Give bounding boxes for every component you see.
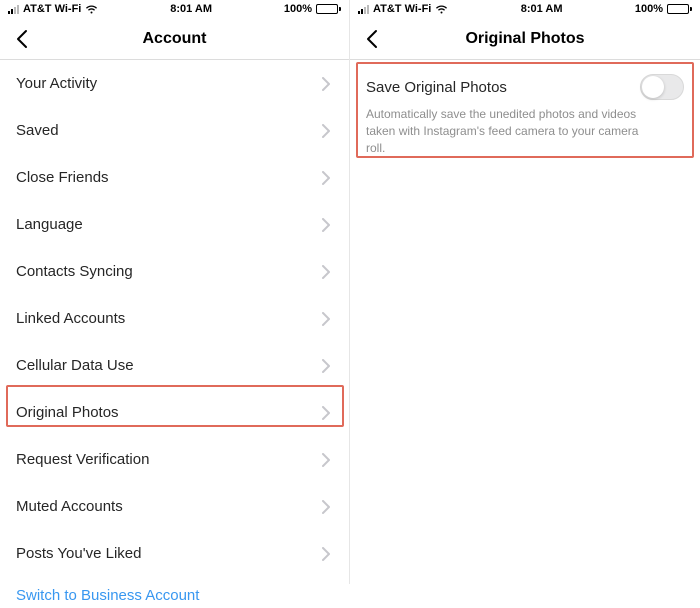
cellular-signal-icon — [8, 5, 19, 14]
chevron-right-icon — [319, 124, 333, 138]
battery-percent: 100% — [635, 3, 663, 15]
chevron-right-icon — [319, 171, 333, 185]
row-posts-youve-liked[interactable]: Posts You've Liked — [0, 530, 349, 577]
status-bar: AT&T Wi-Fi 8:01 AM 100% — [0, 0, 349, 18]
row-label: Language — [16, 216, 83, 233]
wifi-icon — [435, 5, 448, 14]
page-title: Account — [10, 30, 339, 48]
row-contacts-syncing[interactable]: Contacts Syncing — [0, 248, 349, 295]
cellular-signal-icon — [358, 5, 369, 14]
row-saved[interactable]: Saved — [0, 107, 349, 154]
row-close-friends[interactable]: Close Friends — [0, 154, 349, 201]
status-right: 100% — [284, 3, 341, 15]
wifi-icon — [85, 5, 98, 14]
status-left: AT&T Wi-Fi — [8, 3, 98, 15]
row-label: Close Friends — [16, 169, 109, 186]
carrier-label: AT&T Wi-Fi — [373, 3, 431, 15]
chevron-right-icon — [319, 500, 333, 514]
chevron-right-icon — [319, 453, 333, 467]
battery-icon — [316, 4, 341, 14]
battery-icon — [667, 4, 692, 14]
row-request-verification[interactable]: Request Verification — [0, 436, 349, 483]
row-label: Request Verification — [16, 451, 149, 468]
save-original-photos-block: Save Original Photos Automatically save … — [350, 60, 700, 168]
row-label: Contacts Syncing — [16, 263, 133, 280]
link-label: Switch to Business Account — [16, 587, 199, 604]
status-left: AT&T Wi-Fi — [358, 3, 448, 15]
status-right: 100% — [635, 3, 692, 15]
row-cellular-data-use[interactable]: Cellular Data Use — [0, 342, 349, 389]
chevron-right-icon — [319, 406, 333, 420]
row-linked-accounts[interactable]: Linked Accounts — [0, 295, 349, 342]
toggle-knob — [642, 76, 664, 98]
chevron-right-icon — [319, 312, 333, 326]
page-title: Original Photos — [360, 30, 690, 48]
row-label: Cellular Data Use — [16, 357, 134, 374]
nav-bar: Account — [0, 18, 349, 60]
phone-left: AT&T Wi-Fi 8:01 AM 100% Account — [0, 0, 350, 584]
row-language[interactable]: Language — [0, 201, 349, 248]
row-label: Linked Accounts — [16, 310, 125, 327]
setting-title-row: Save Original Photos — [366, 74, 684, 100]
setting-description: Automatically save the unedited photos a… — [366, 106, 684, 156]
chevron-right-icon — [319, 547, 333, 561]
settings-list: Your Activity Saved Close Friends Langua… — [0, 60, 349, 577]
status-time: 8:01 AM — [521, 3, 563, 15]
row-label: Muted Accounts — [16, 498, 123, 515]
carrier-label: AT&T Wi-Fi — [23, 3, 81, 15]
status-time: 8:01 AM — [170, 3, 212, 15]
chevron-right-icon — [319, 265, 333, 279]
status-bar: AT&T Wi-Fi 8:01 AM 100% — [350, 0, 700, 18]
row-label: Saved — [16, 122, 59, 139]
row-original-photos[interactable]: Original Photos — [0, 389, 349, 436]
save-original-photos-toggle[interactable] — [640, 74, 684, 100]
row-your-activity[interactable]: Your Activity — [0, 60, 349, 107]
switch-to-business-link[interactable]: Switch to Business Account — [0, 577, 349, 608]
row-label: Your Activity — [16, 75, 97, 92]
row-label: Posts You've Liked — [16, 545, 141, 562]
row-label: Original Photos — [16, 404, 119, 421]
chevron-right-icon — [319, 77, 333, 91]
setting-title: Save Original Photos — [366, 79, 507, 96]
back-button[interactable] — [360, 27, 384, 51]
chevron-left-icon — [365, 29, 379, 49]
back-button[interactable] — [10, 27, 34, 51]
row-muted-accounts[interactable]: Muted Accounts — [0, 483, 349, 530]
chevron-left-icon — [15, 29, 29, 49]
nav-bar: Original Photos — [350, 18, 700, 60]
chevron-right-icon — [319, 359, 333, 373]
phone-right: AT&T Wi-Fi 8:01 AM 100% Original Photos — [350, 0, 700, 584]
chevron-right-icon — [319, 218, 333, 232]
battery-percent: 100% — [284, 3, 312, 15]
